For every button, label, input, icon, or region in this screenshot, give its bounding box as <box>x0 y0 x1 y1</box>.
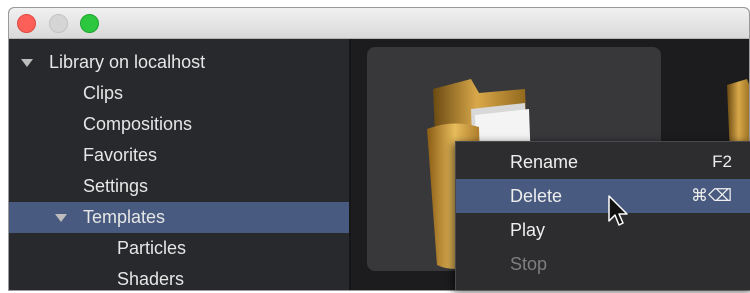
menu-item-stop: Stop <box>456 247 750 281</box>
disclosure-triangle-icon[interactable] <box>55 214 67 222</box>
tree-item-shaders[interactable]: Shaders <box>9 264 349 290</box>
tree-item-particles[interactable]: Particles <box>9 233 349 264</box>
context-menu: Rename F2 Delete ⌘⌫ Play Stop <box>455 141 750 290</box>
tree-item-label: Library on localhost <box>49 52 206 72</box>
menu-item-label: Play <box>510 220 546 240</box>
tree-item-label: Templates <box>83 207 166 227</box>
title-bar <box>9 8 749 39</box>
tree-item-settings[interactable]: Settings <box>9 171 349 202</box>
menu-item-shortcut: F2 <box>712 152 732 171</box>
menu-item-label: Stop <box>510 254 548 274</box>
tree-item-label: Favorites <box>83 145 158 165</box>
disclosure-triangle-icon[interactable] <box>21 59 33 67</box>
tree-item-compositions[interactable]: Compositions <box>9 109 349 140</box>
tree-item-label: Compositions <box>83 114 193 134</box>
tree-item-label: Particles <box>117 238 187 258</box>
tree-item-library-root[interactable]: Library on localhost <box>9 47 349 78</box>
tree-item-label: Shaders <box>117 269 185 289</box>
tree-item-templates[interactable]: Templates <box>9 202 349 233</box>
tree-item-clips[interactable]: Clips <box>9 78 349 109</box>
close-button[interactable] <box>17 14 36 33</box>
library-sidebar: Library on localhost Clips Compositions … <box>9 39 351 290</box>
menu-item-label: Delete <box>510 186 563 206</box>
menu-item-rename[interactable]: Rename F2 <box>456 145 750 179</box>
tree-item-label: Clips <box>83 83 124 103</box>
tree-item-label: Settings <box>83 176 149 196</box>
menu-item-play[interactable]: Play <box>456 213 750 247</box>
menu-item-shortcut: ⌘⌫ <box>690 186 732 205</box>
menu-item-label: Rename <box>510 152 579 172</box>
zoom-button[interactable] <box>80 14 99 33</box>
mouse-pointer-icon <box>608 195 628 226</box>
menu-item-delete[interactable]: Delete ⌘⌫ <box>456 179 750 213</box>
minimize-button[interactable] <box>49 14 68 33</box>
tree-item-favorites[interactable]: Favorites <box>9 140 349 171</box>
